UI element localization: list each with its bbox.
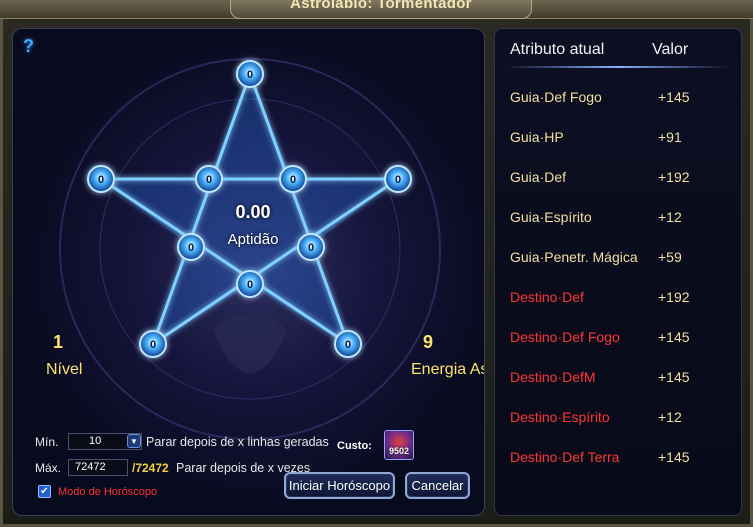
min-hint-text: Parar depois de x linhas geradas — [146, 435, 329, 449]
node-value: 0 — [247, 279, 253, 291]
horoscope-mode-label: Modo de Horóscopo — [58, 486, 158, 498]
row-value: +59 — [658, 249, 682, 265]
row-value: +192 — [658, 169, 690, 185]
attributes-panel: Atributo atual Valor Guia·Def Fogo +145 G… — [494, 28, 742, 516]
row-name: Def Terra — [562, 449, 620, 465]
row-value: +145 — [658, 89, 690, 105]
row-name: DefM — [562, 369, 596, 385]
attribute-header: Atributo atual — [510, 41, 605, 58]
attribute-row: Destino·Def Terra +145 — [510, 449, 740, 469]
node-value: 0 — [247, 69, 253, 81]
row-prefix: Guia — [510, 129, 540, 145]
star-node[interactable]: 0 — [139, 330, 167, 358]
row-prefix: Destino — [510, 289, 558, 305]
row-value: +145 — [658, 369, 690, 385]
star-node[interactable]: 0 — [87, 165, 115, 193]
row-name: Penetr. Mágica — [544, 249, 638, 265]
attribute-row: Guia·Espírito +12 — [510, 209, 740, 229]
emblem-icon — [213, 314, 287, 374]
row-name: Def — [562, 289, 584, 305]
row-prefix: Destino — [510, 369, 558, 385]
node-value: 0 — [345, 339, 351, 351]
row-value: +91 — [658, 129, 682, 145]
row-name: Def — [544, 169, 567, 185]
attribute-row: Guia·Penetr. Mágica +59 — [510, 249, 740, 269]
row-prefix: Guia — [510, 89, 540, 105]
astrolabe-panel: ? 0 0 0 0 0 0 0 0 0 0 0.00 Aptidão 1 Nív… — [12, 28, 485, 516]
row-prefix: Destino — [510, 409, 558, 425]
start-horoscope-button[interactable]: Iniciar Horóscopo — [284, 472, 395, 499]
star-node[interactable]: 0 — [279, 165, 307, 193]
node-value: 0 — [188, 242, 194, 254]
min-label: Mín. — [35, 435, 59, 449]
row-value: +12 — [658, 409, 682, 425]
value-header: Valor — [652, 41, 689, 58]
attribute-row: Destino·DefM +145 — [510, 369, 740, 389]
row-prefix: Guia — [510, 209, 540, 225]
chevron-down-icon[interactable]: ▼ — [127, 434, 141, 448]
star-node[interactable]: 0 — [177, 233, 205, 261]
node-value: 0 — [98, 174, 104, 186]
row-value: +145 — [658, 449, 690, 465]
attribute-row: Destino·Espírito +12 — [510, 409, 740, 429]
row-name: Espírito — [562, 409, 610, 425]
level-value: 1 — [53, 332, 64, 352]
max-times-input[interactable]: 72472 — [68, 459, 128, 476]
row-prefix: Destino — [510, 449, 558, 465]
node-value: 0 — [206, 174, 212, 186]
star-node[interactable]: 0 — [384, 165, 412, 193]
row-name: HP — [544, 129, 564, 145]
cost-value: 9502 — [388, 446, 410, 456]
header-divider — [505, 66, 730, 68]
astral-energy-value: 9 — [423, 332, 434, 352]
max-label: Máx. — [35, 461, 62, 475]
star-node[interactable]: 0 — [236, 60, 264, 88]
cancel-button[interactable]: Cancelar — [405, 472, 470, 499]
row-prefix: Guia — [510, 169, 540, 185]
star-node[interactable]: 0 — [334, 330, 362, 358]
attribute-row: Destino·Def Fogo +145 — [510, 329, 740, 349]
star-node[interactable]: 0 — [195, 165, 223, 193]
node-value: 0 — [150, 339, 156, 351]
row-prefix: Guia — [510, 249, 540, 265]
star-node[interactable]: 0 — [297, 233, 325, 261]
attribute-row: Guia·Def Fogo +145 — [510, 89, 740, 109]
horoscope-mode-checkbox[interactable]: ✔ — [38, 485, 51, 498]
level-label: Nível — [46, 361, 83, 378]
row-name: Def Fogo — [544, 89, 602, 105]
row-prefix: Destino — [510, 329, 558, 345]
cost-label: Custo: — [337, 440, 372, 452]
attribute-row: Guia·Def +192 — [510, 169, 740, 189]
node-value: 0 — [308, 242, 314, 254]
node-value: 0 — [290, 174, 296, 186]
cost-item-icon: 9502 — [384, 430, 414, 460]
attribute-row: Guia·HP +91 — [510, 129, 740, 149]
row-name: Espírito — [544, 209, 592, 225]
max-total-value: /72472 — [132, 461, 169, 475]
astral-energy-label: Energia Astral — [411, 361, 484, 378]
star-node[interactable]: 0 — [236, 270, 264, 298]
aptitude-value: 0.00 — [235, 202, 271, 222]
aptitude-label: Aptidão — [227, 231, 279, 248]
attribute-row: Destino·Def +192 — [510, 289, 740, 309]
node-value: 0 — [395, 174, 401, 186]
row-value: +12 — [658, 209, 682, 225]
title-bar: Astrolábio: Tormentador — [0, 0, 753, 19]
row-value: +145 — [658, 329, 690, 345]
row-value: +192 — [658, 289, 690, 305]
window-title: Astrolábio: Tormentador — [230, 0, 532, 19]
row-name: Def Fogo — [562, 329, 620, 345]
